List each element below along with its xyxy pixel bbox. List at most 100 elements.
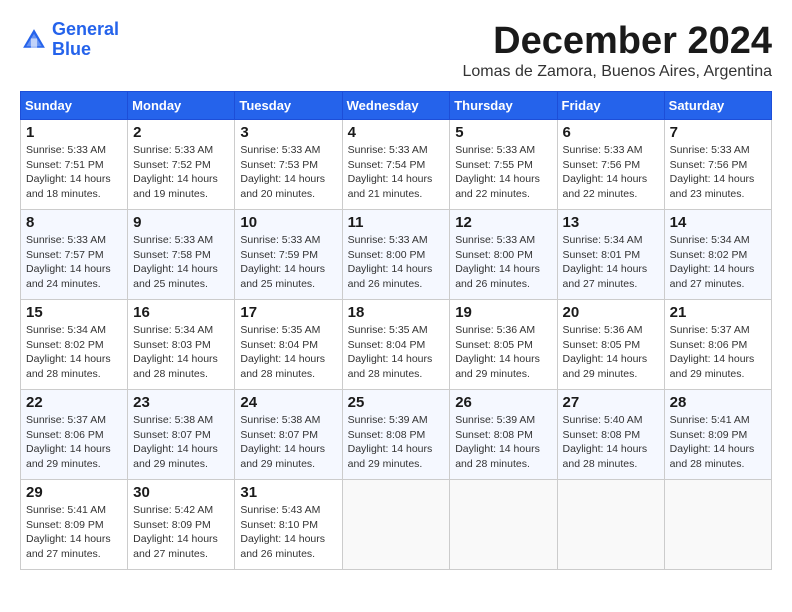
day-number: 19 <box>455 304 551 321</box>
calendar-day-cell: 11 Sunrise: 5:33 AM Sunset: 8:00 PM Dayli… <box>342 210 450 300</box>
day-detail: Sunrise: 5:33 AM Sunset: 7:55 PM Dayligh… <box>455 143 551 202</box>
day-number: 28 <box>670 394 766 411</box>
calendar-day-cell: 22Sunrise: 5:37 AM Sunset: 8:06 PM Dayli… <box>21 390 128 480</box>
calendar-day-cell: 10 Sunrise: 5:33 AM Sunset: 7:59 PM Dayli… <box>235 210 342 300</box>
calendar-day-cell: 19 Sunrise: 5:36 AM Sunset: 8:05 PM Dayli… <box>450 300 557 390</box>
day-detail: Sunrise: 5:39 AM Sunset: 8:08 PM Dayligh… <box>455 413 551 472</box>
calendar-week-row: 22Sunrise: 5:37 AM Sunset: 8:06 PM Dayli… <box>21 390 772 480</box>
day-detail: Sunrise: 5:33 AM Sunset: 7:59 PM Dayligh… <box>240 233 336 292</box>
day-detail: Sunrise: 5:35 AM Sunset: 8:04 PM Dayligh… <box>348 323 445 382</box>
calendar-day-cell: 21Sunrise: 5:37 AM Sunset: 8:06 PM Dayli… <box>664 300 771 390</box>
empty-cell <box>342 480 450 570</box>
day-number: 8 <box>26 214 122 231</box>
calendar-day-cell: 24 Sunrise: 5:38 AM Sunset: 8:07 PM Dayli… <box>235 390 342 480</box>
day-detail: Sunrise: 5:33 AM Sunset: 8:00 PM Dayligh… <box>348 233 445 292</box>
calendar-day-cell: 25 Sunrise: 5:39 AM Sunset: 8:08 PM Dayli… <box>342 390 450 480</box>
day-detail: Sunrise: 5:33 AM Sunset: 7:56 PM Dayligh… <box>563 143 659 202</box>
calendar-title: December 2024 <box>462 20 772 63</box>
day-number: 2 <box>133 124 229 141</box>
header-tuesday: Tuesday <box>235 92 342 120</box>
day-number: 3 <box>240 124 336 141</box>
header-friday: Friday <box>557 92 664 120</box>
calendar-day-cell: 6 Sunrise: 5:33 AM Sunset: 7:56 PM Daylig… <box>557 120 664 210</box>
calendar-day-cell: 8 Sunrise: 5:33 AM Sunset: 7:57 PM Daylig… <box>21 210 128 300</box>
day-detail: Sunrise: 5:33 AM Sunset: 7:58 PM Dayligh… <box>133 233 229 292</box>
day-number: 29 <box>26 484 122 501</box>
day-detail: Sunrise: 5:43 AM Sunset: 8:10 PM Dayligh… <box>240 503 336 562</box>
calendar-day-cell: 20 Sunrise: 5:36 AM Sunset: 8:05 PM Dayli… <box>557 300 664 390</box>
calendar-week-row: 1Sunrise: 5:33 AM Sunset: 7:51 PM Daylig… <box>21 120 772 210</box>
day-number: 25 <box>348 394 445 411</box>
day-detail: Sunrise: 5:33 AM Sunset: 7:52 PM Dayligh… <box>133 143 229 202</box>
page-header: General Blue December 2024 Lomas de Zamo… <box>20 20 772 81</box>
calendar-day-cell: 13 Sunrise: 5:34 AM Sunset: 8:01 PM Dayli… <box>557 210 664 300</box>
header-saturday: Saturday <box>664 92 771 120</box>
day-number: 4 <box>348 124 445 141</box>
calendar-day-cell: 12 Sunrise: 5:33 AM Sunset: 8:00 PM Dayli… <box>450 210 557 300</box>
calendar-day-cell: 30 Sunrise: 5:42 AM Sunset: 8:09 PM Dayli… <box>128 480 235 570</box>
day-detail: Sunrise: 5:33 AM Sunset: 7:51 PM Dayligh… <box>26 143 122 202</box>
day-detail: Sunrise: 5:33 AM Sunset: 7:54 PM Dayligh… <box>348 143 445 202</box>
day-number: 9 <box>133 214 229 231</box>
day-detail: Sunrise: 5:33 AM Sunset: 7:57 PM Dayligh… <box>26 233 122 292</box>
day-detail: Sunrise: 5:42 AM Sunset: 8:09 PM Dayligh… <box>133 503 229 562</box>
header-thursday: Thursday <box>450 92 557 120</box>
day-number: 10 <box>240 214 336 231</box>
calendar-day-cell: 14 Sunrise: 5:34 AM Sunset: 8:02 PM Dayli… <box>664 210 771 300</box>
logo-line1: General <box>52 19 119 39</box>
calendar-day-cell: 5 Sunrise: 5:33 AM Sunset: 7:55 PM Daylig… <box>450 120 557 210</box>
day-number: 27 <box>563 394 659 411</box>
day-number: 24 <box>240 394 336 411</box>
header-sunday: Sunday <box>21 92 128 120</box>
calendar-subtitle: Lomas de Zamora, Buenos Aires, Argentina <box>462 63 772 81</box>
day-detail: Sunrise: 5:34 AM Sunset: 8:01 PM Dayligh… <box>563 233 659 292</box>
day-number: 12 <box>455 214 551 231</box>
day-detail: Sunrise: 5:41 AM Sunset: 8:09 PM Dayligh… <box>670 413 766 472</box>
day-detail: Sunrise: 5:38 AM Sunset: 8:07 PM Dayligh… <box>133 413 229 472</box>
calendar-day-cell: 1Sunrise: 5:33 AM Sunset: 7:51 PM Daylig… <box>21 120 128 210</box>
calendar-week-row: 29Sunrise: 5:41 AM Sunset: 8:09 PM Dayli… <box>21 480 772 570</box>
day-detail: Sunrise: 5:36 AM Sunset: 8:05 PM Dayligh… <box>455 323 551 382</box>
day-detail: Sunrise: 5:33 AM Sunset: 7:53 PM Dayligh… <box>240 143 336 202</box>
day-number: 23 <box>133 394 229 411</box>
day-number: 14 <box>670 214 766 231</box>
empty-cell <box>664 480 771 570</box>
logo-line2: Blue <box>52 39 91 59</box>
day-number: 11 <box>348 214 445 231</box>
calendar-day-cell: 17Sunrise: 5:35 AM Sunset: 8:04 PM Dayli… <box>235 300 342 390</box>
day-detail: Sunrise: 5:36 AM Sunset: 8:05 PM Dayligh… <box>563 323 659 382</box>
day-number: 7 <box>670 124 766 141</box>
calendar-day-cell: 31 Sunrise: 5:43 AM Sunset: 8:10 PM Dayli… <box>235 480 342 570</box>
day-number: 26 <box>455 394 551 411</box>
day-number: 5 <box>455 124 551 141</box>
calendar-header-row: SundayMondayTuesdayWednesdayThursdayFrid… <box>21 92 772 120</box>
calendar-day-cell: 15Sunrise: 5:34 AM Sunset: 8:02 PM Dayli… <box>21 300 128 390</box>
calendar-day-cell: 28 Sunrise: 5:41 AM Sunset: 8:09 PM Dayli… <box>664 390 771 480</box>
calendar-day-cell: 7Sunrise: 5:33 AM Sunset: 7:56 PM Daylig… <box>664 120 771 210</box>
logo: General Blue <box>20 20 119 60</box>
day-detail: Sunrise: 5:37 AM Sunset: 8:06 PM Dayligh… <box>26 413 122 472</box>
day-number: 21 <box>670 304 766 321</box>
day-detail: Sunrise: 5:34 AM Sunset: 8:03 PM Dayligh… <box>133 323 229 382</box>
header-monday: Monday <box>128 92 235 120</box>
title-section: December 2024 Lomas de Zamora, Buenos Ai… <box>462 20 772 81</box>
day-detail: Sunrise: 5:34 AM Sunset: 8:02 PM Dayligh… <box>670 233 766 292</box>
day-number: 18 <box>348 304 445 321</box>
calendar-day-cell: 9 Sunrise: 5:33 AM Sunset: 7:58 PM Daylig… <box>128 210 235 300</box>
day-number: 20 <box>563 304 659 321</box>
day-number: 13 <box>563 214 659 231</box>
empty-cell <box>557 480 664 570</box>
calendar-day-cell: 27Sunrise: 5:40 AM Sunset: 8:08 PM Dayli… <box>557 390 664 480</box>
day-detail: Sunrise: 5:33 AM Sunset: 8:00 PM Dayligh… <box>455 233 551 292</box>
day-detail: Sunrise: 5:39 AM Sunset: 8:08 PM Dayligh… <box>348 413 445 472</box>
day-number: 31 <box>240 484 336 501</box>
empty-cell <box>450 480 557 570</box>
day-detail: Sunrise: 5:35 AM Sunset: 8:04 PM Dayligh… <box>240 323 336 382</box>
calendar-day-cell: 23 Sunrise: 5:38 AM Sunset: 8:07 PM Dayli… <box>128 390 235 480</box>
day-number: 30 <box>133 484 229 501</box>
calendar-day-cell: 29Sunrise: 5:41 AM Sunset: 8:09 PM Dayli… <box>21 480 128 570</box>
day-number: 6 <box>563 124 659 141</box>
day-number: 16 <box>133 304 229 321</box>
day-detail: Sunrise: 5:38 AM Sunset: 8:07 PM Dayligh… <box>240 413 336 472</box>
day-detail: Sunrise: 5:34 AM Sunset: 8:02 PM Dayligh… <box>26 323 122 382</box>
